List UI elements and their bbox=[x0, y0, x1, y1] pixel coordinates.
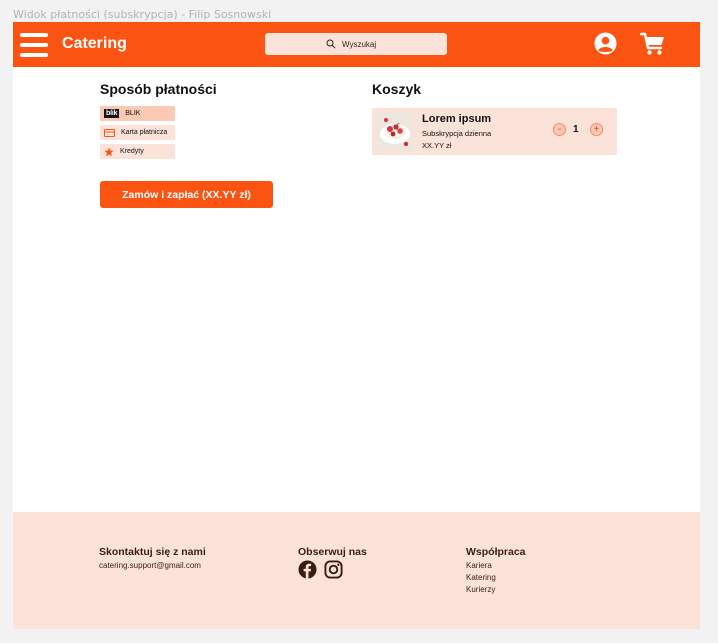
product-image bbox=[376, 112, 414, 151]
blik-logo: blik bbox=[104, 109, 120, 118]
page-frame: Catering Sposób płatności blik BLIK bbox=[13, 22, 700, 629]
cart-item: Lorem ipsum Subskrypcja dzienna XX.YY zł… bbox=[372, 108, 617, 155]
payment-option-credits[interactable]: Kredyty bbox=[100, 144, 175, 159]
product-subtitle: Subskrypcja dzienna bbox=[422, 129, 492, 138]
shopping-cart-icon[interactable] bbox=[640, 31, 666, 57]
payment-method-title: Sposób płatności bbox=[100, 81, 217, 97]
quantity-value: 1 bbox=[573, 124, 579, 135]
brand-name[interactable]: Catering bbox=[62, 35, 127, 53]
product-name: Lorem ipsum bbox=[422, 113, 492, 125]
footer: Skontaktuj się z nami catering.support@g… bbox=[13, 512, 700, 629]
facebook-icon[interactable] bbox=[298, 560, 317, 579]
instagram-icon[interactable] bbox=[324, 560, 343, 579]
search-bar[interactable] bbox=[265, 33, 447, 55]
payment-option-label: Karta płatnicza bbox=[121, 129, 168, 136]
payment-option-blik[interactable]: blik BLIK bbox=[100, 106, 175, 121]
quantity-decrease-button[interactable]: - bbox=[553, 123, 566, 136]
follow-title: Obserwuj nas bbox=[298, 546, 367, 558]
cooperation-title: Współpraca bbox=[466, 546, 526, 558]
search-icon bbox=[326, 39, 336, 49]
account-circle-icon[interactable] bbox=[594, 32, 617, 55]
star-icon bbox=[104, 147, 114, 156]
contact-title: Skontaktuj się z nami bbox=[99, 546, 206, 558]
contact-email-link[interactable]: catering.support@gmail.com bbox=[99, 561, 201, 570]
payment-option-label: BLIK bbox=[125, 110, 141, 117]
quantity-increase-button[interactable]: + bbox=[590, 123, 603, 136]
product-price: XX.YY zł bbox=[422, 141, 452, 150]
top-navigation-bar: Catering bbox=[13, 22, 700, 67]
credit-card-icon bbox=[104, 128, 115, 137]
search-input[interactable] bbox=[342, 39, 386, 49]
frame-title: Widok płatności (subskrypcja) - Filip So… bbox=[13, 8, 272, 21]
cart-title: Koszyk bbox=[372, 81, 422, 97]
footer-link-couriers[interactable]: Kurierzy bbox=[466, 585, 495, 594]
order-and-pay-button[interactable]: Zamów i zapłać (XX.YY zł) bbox=[100, 181, 273, 208]
footer-link-career[interactable]: Kariera bbox=[466, 561, 492, 570]
footer-link-catering[interactable]: Katering bbox=[466, 573, 496, 582]
hamburger-menu-icon[interactable] bbox=[20, 33, 48, 57]
payment-option-label: Kredyty bbox=[120, 148, 144, 155]
payment-option-card[interactable]: Karta płatnicza bbox=[100, 125, 175, 140]
